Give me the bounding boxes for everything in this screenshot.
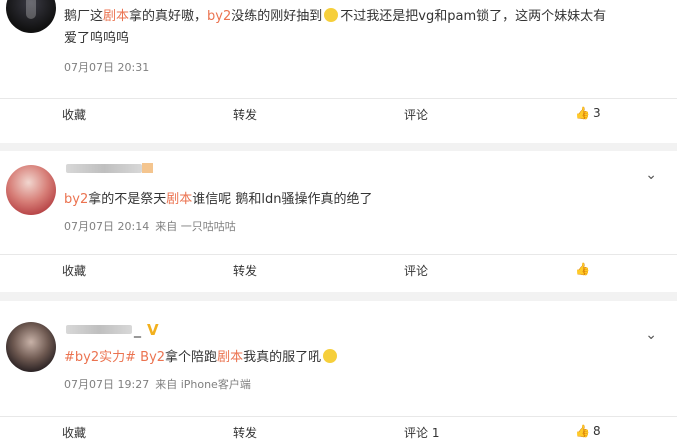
thumbs-up-icon: 👍 [575, 106, 590, 120]
member-badge-icon [142, 163, 153, 173]
username-blurred[interactable] [66, 325, 132, 334]
timestamp: 07月07日 20:14 [64, 220, 150, 233]
highlight-keyword[interactable]: By2 [140, 350, 165, 365]
comment-button[interactable]: 评论 [404, 106, 428, 123]
text-segment: 拿的真好嗷， [129, 9, 208, 24]
comment-text: by2拿的不是祭天剧本谁信呢 鹅和ldn骚操作真的绝了 [64, 189, 373, 211]
comment-card: 鹅厂这剧本拿的真好嗷，by2没练的刚好抽到 不过我还是把vg和pam锁了，这两个妹… [0, 0, 677, 143]
comment-card: _ V ⌄ #by2实力# By2拿个陪跑剧本我真的服了吼 07月07日 19:… [0, 301, 677, 447]
text-segment: 爱了呜呜呜 [64, 31, 130, 46]
thumbs-up-icon: 👍 [575, 262, 590, 276]
comment-text: #by2实力# By2拿个陪跑剧本我真的服了吼 [64, 347, 339, 369]
like-count: 3 [592, 106, 601, 120]
source-label: 来自 iPhone客户端 [155, 378, 251, 391]
comment-button[interactable]: 评论 1 [404, 424, 439, 441]
like-button[interactable]: 👍 [575, 262, 593, 276]
text-segment: 我真的服了吼 [243, 350, 322, 365]
favorite-button[interactable]: 收藏 [62, 262, 86, 279]
verified-icon: V [147, 321, 159, 339]
text-segment: 谁信呢 鹅和ldn骚操作真的绝了 [192, 192, 373, 207]
emoji-icon [324, 8, 339, 22]
action-bar: 收藏 转发 评论 👍 3 [0, 98, 677, 125]
repost-button[interactable]: 转发 [233, 424, 257, 441]
comment-card: ⌄ by2拿的不是祭天剧本谁信呢 鹅和ldn骚操作真的绝了 07月07日 20:… [0, 151, 677, 292]
action-bar: 收藏 转发 评论 👍 [0, 254, 677, 281]
comment-meta: 07月07日 20:14 来自 一只咕咕咕 [64, 218, 242, 234]
like-button[interactable]: 👍 8 [575, 424, 601, 438]
chevron-down-icon[interactable]: ⌄ [645, 327, 657, 343]
repost-button[interactable]: 转发 [233, 106, 257, 123]
comment-meta: 07月07日 19:27 来自 iPhone客户端 [64, 376, 257, 392]
comment-text: 鹅厂这剧本拿的真好嗷，by2没练的刚好抽到 不过我还是把vg和pam锁了，这两个妹… [64, 6, 606, 50]
action-bar: 收藏 转发 评论 1 👍 8 [0, 416, 677, 443]
source-label: 来自 一只咕咕咕 [155, 220, 236, 233]
text-segment: 鹅厂这 [64, 9, 104, 24]
username-blurred[interactable] [66, 164, 142, 173]
highlight-keyword[interactable]: 剧本 [103, 9, 129, 24]
username-suffix: _ [134, 322, 141, 338]
like-button[interactable]: 👍 3 [575, 106, 601, 120]
text-segment: 不过我还是把vg和pam锁了，这两个妹妹太有 [340, 9, 607, 24]
comment-meta: 07月07日 20:31 [64, 59, 155, 75]
highlight-keyword[interactable]: 剧本 [217, 350, 243, 365]
favorite-button[interactable]: 收藏 [62, 106, 86, 123]
text-segment: 拿个陪跑 [165, 350, 218, 365]
repost-button[interactable]: 转发 [233, 262, 257, 279]
like-count: 8 [592, 424, 601, 438]
hashtag-link[interactable]: #by2实力# [64, 350, 136, 365]
avatar[interactable] [6, 322, 56, 372]
avatar[interactable] [6, 0, 56, 33]
emoji-icon [323, 349, 338, 363]
favorite-button[interactable]: 收藏 [62, 424, 86, 441]
highlight-keyword[interactable]: by2 [207, 9, 231, 24]
thumbs-up-icon: 👍 [575, 424, 590, 438]
avatar[interactable] [6, 165, 56, 215]
timestamp: 07月07日 19:27 [64, 378, 150, 391]
highlight-keyword[interactable]: by2 [64, 192, 88, 207]
text-segment: 没练的刚好抽到 [231, 9, 323, 24]
comment-button[interactable]: 评论 [404, 262, 428, 279]
text-segment: 拿的不是祭天 [88, 192, 167, 207]
highlight-keyword[interactable]: 剧本 [166, 192, 192, 207]
timestamp: 07月07日 20:31 [64, 61, 150, 74]
chevron-down-icon[interactable]: ⌄ [645, 167, 657, 183]
